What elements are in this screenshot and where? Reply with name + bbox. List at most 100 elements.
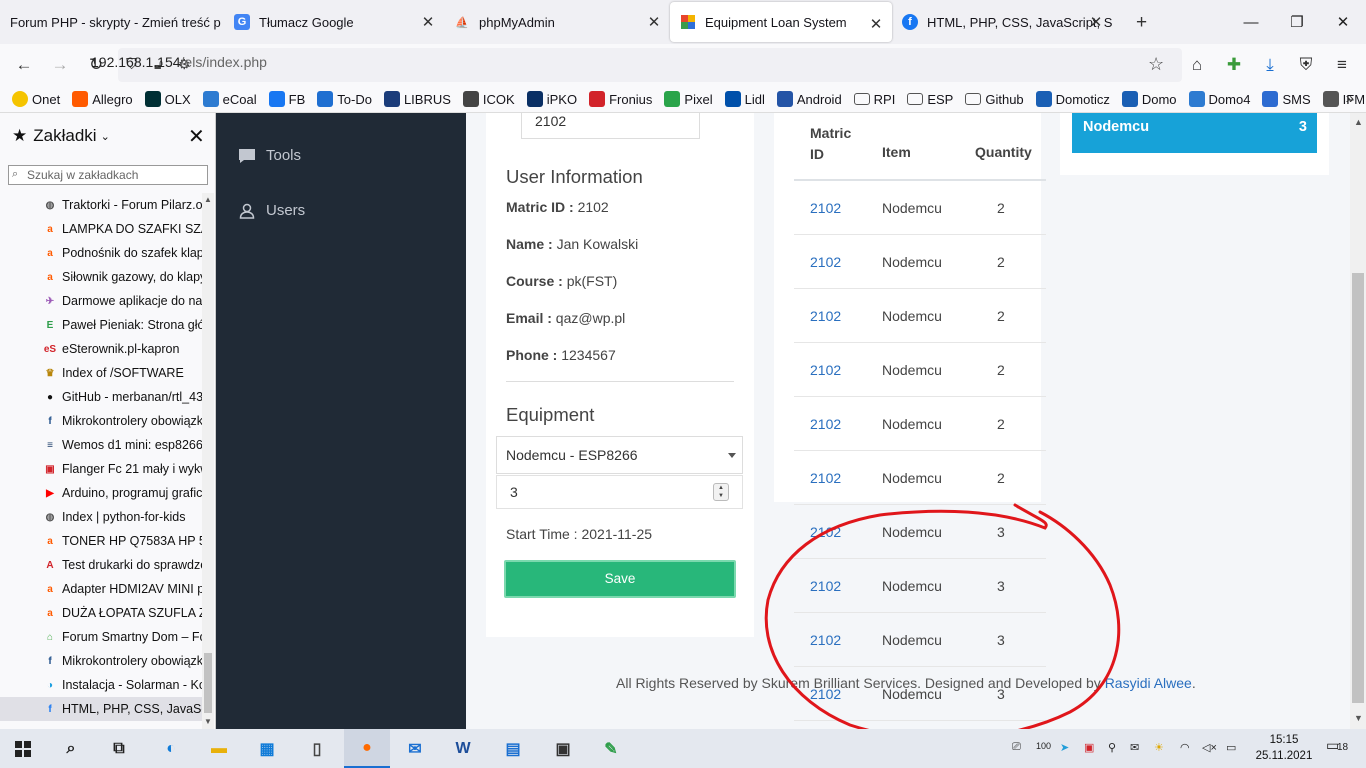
sidebar-bookmark-item[interactable]: ▶ Arduino, programuj grafic — [0, 481, 202, 505]
row-matric-link[interactable]: 2102 — [810, 362, 841, 378]
sidebar-bookmark-item[interactable]: ◍ Index | python-for-kids — [0, 505, 202, 529]
bookmark-domo4[interactable]: Domo4 — [1188, 91, 1250, 107]
sidebar-bookmark-item[interactable]: E Paweł Pieniak: Strona głów — [0, 313, 202, 337]
row-matric-link[interactable]: 2102 — [810, 578, 841, 594]
minimize-icon[interactable]: — — [1228, 0, 1274, 44]
scroll-thumb[interactable] — [1352, 273, 1364, 703]
close-tab-icon[interactable]: ✕ — [646, 13, 662, 31]
sidebar-bookmark-item[interactable]: a LAMPKA DO SZAFKI SZAF — [0, 217, 202, 241]
mail-icon[interactable]: ✉ — [1130, 741, 1139, 754]
close-sidebar-icon[interactable]: ✕ — [188, 124, 205, 149]
sidebar-bookmark-item[interactable]: eS eSterownik.pl-kapron — [0, 337, 202, 361]
sidebar-bookmark-item[interactable]: f Mikrokontrolery obowiązk — [0, 649, 202, 673]
home-icon[interactable]: ⌂ — [1185, 53, 1209, 77]
close-tab-icon[interactable]: ✕ — [868, 15, 884, 33]
wifi-icon[interactable]: ◠ — [1180, 741, 1190, 754]
address-bar[interactable]: ⛉ 🔓︎ ⚙ ☆ — [118, 48, 1182, 82]
calculator-icon[interactable]: ▤ — [490, 729, 536, 768]
puzzle-extension-icon[interactable]: ✚ — [1222, 53, 1246, 77]
word-icon[interactable]: W — [440, 729, 486, 768]
row-matric-link[interactable]: 2102 — [810, 200, 841, 216]
close-tab-icon[interactable]: ✕ — [1088, 13, 1104, 31]
sidebar-bookmark-item[interactable]: ◍ Traktorki - Forum Pilarz.or — [0, 193, 202, 217]
bookmark-icok[interactable]: ICOK — [462, 91, 515, 107]
bookmark-ecoal[interactable]: eCoal — [202, 91, 257, 107]
page-scrollbar[interactable]: ▲ ▼ — [1350, 113, 1366, 729]
bookmark-sms[interactable]: SMS — [1262, 91, 1311, 107]
network-app-icon[interactable]: ▣ — [540, 729, 586, 768]
bookmark-android[interactable]: Android — [776, 91, 842, 107]
bookmark-esp[interactable]: ESP — [907, 92, 953, 107]
close-tab-icon[interactable]: ✕ — [420, 13, 436, 31]
nav-users[interactable]: Users — [238, 202, 305, 219]
usb-icon[interactable]: ⚲ — [1108, 741, 1116, 754]
download-icon[interactable]: ⤓ — [1258, 53, 1282, 77]
scroll-up-icon[interactable]: ▲ — [204, 195, 212, 204]
bookmark-rpi[interactable]: RPI — [853, 92, 895, 107]
sidebar-bookmark-item[interactable]: ♛ Index of /SOFTWARE — [0, 361, 202, 385]
footer-author-link[interactable]: Rasyidi Alwee — [1105, 675, 1192, 691]
row-matric-link[interactable]: 2102 — [810, 308, 841, 324]
windows-start-icon[interactable] — [0, 729, 46, 768]
sidebar-bookmark-item[interactable]: ≡ Wemos d1 mini: esp8266 t — [0, 433, 202, 457]
browser-tab-translate[interactable]: G Tłumacz Google ✕ — [224, 0, 444, 44]
sidebar-bookmark-item[interactable]: ▣ Flanger Fc 21 mały i wykw — [0, 457, 202, 481]
store-icon[interactable]: ▦ — [244, 729, 290, 768]
bookmark-onet[interactable]: Onet — [12, 91, 60, 107]
sidebar-bookmark-item[interactable]: ◑ Instalacja - Solarman - Koz — [0, 673, 202, 697]
tray-red-icon[interactable]: ▣ — [1084, 741, 1094, 754]
sidebar-bookmark-item[interactable]: f HTML, PHP, CSS, JavaScrip — [0, 697, 202, 721]
browser-tab-phpmyadmin[interactable]: ⛵ phpMyAdmin ✕ — [444, 0, 670, 44]
bookmark-fb[interactable]: FB — [268, 91, 305, 107]
bookmark-pixel[interactable]: Pixel — [664, 91, 713, 107]
bookmark-olx[interactable]: OLX — [144, 91, 191, 107]
row-matric-link[interactable]: 2102 — [810, 416, 841, 432]
sidebar-bookmark-item[interactable]: f Mikrokontrolery obowiązk — [0, 409, 202, 433]
sidebar-bookmark-item[interactable]: A Test drukarki do sprawdze — [0, 553, 202, 577]
bookmark-search-input[interactable]: ⌕ Szukaj w zakładkach — [8, 165, 208, 185]
matric-search-input[interactable]: 2102 — [521, 113, 700, 139]
sidebar-header[interactable]: ★ Zakładki ⌄ — [12, 126, 110, 146]
sidebar-bookmark-item[interactable]: a Adapter HDMI2AV MINI pr — [0, 577, 202, 601]
bookmark-domo[interactable]: Domo — [1121, 91, 1177, 107]
sidebar-bookmark-item[interactable]: a TONER HP Q7583A HP 503 — [0, 529, 202, 553]
bookmark-ipko[interactable]: iPKO — [526, 91, 577, 107]
bookmark-domoticz[interactable]: Domoticz — [1035, 91, 1110, 107]
row-matric-link[interactable]: 2102 — [810, 524, 841, 540]
task-view-icon[interactable]: ⧉ — [96, 729, 142, 768]
browser-tab-equipment-loan[interactable]: Equipment Loan System ✕ — [670, 2, 892, 42]
bookmark-to-do[interactable]: To-Do — [317, 91, 372, 107]
bookmark-github[interactable]: Github — [965, 92, 1024, 107]
scroll-up-icon[interactable]: ▲ — [1354, 117, 1363, 127]
more-bookmarks-icon[interactable]: » — [1346, 90, 1354, 107]
bookmark-fronius[interactable]: Fronius — [589, 91, 652, 107]
sidebar-bookmark-item[interactable]: a Siłownik gazowy, do klapy — [0, 265, 202, 289]
row-matric-link[interactable]: 2102 — [810, 254, 841, 270]
sidebar-bookmark-item[interactable]: a DUŻA ŁOPATA SZUFLA ZG — [0, 601, 202, 625]
menu-icon[interactable]: ≡ — [1330, 53, 1354, 77]
nav-tools[interactable]: Tools — [238, 147, 301, 164]
bookmark-star-icon[interactable]: ☆ — [1148, 54, 1164, 75]
equipment-select[interactable]: Nodemcu - ESP8266 — [496, 436, 743, 474]
clock[interactable]: 15:15 25.11.2021 — [1252, 732, 1316, 764]
back-icon[interactable]: ← — [12, 53, 36, 77]
row-matric-link[interactable]: 2102 — [810, 632, 841, 648]
quantity-stepper[interactable]: ▲ ▼ — [713, 483, 729, 501]
thunderbird-icon[interactable]: ✉ — [392, 729, 438, 768]
sidebar-bookmark-item[interactable]: ⌂ Forum Smartny Dom – Fo — [0, 625, 202, 649]
forward-icon[interactable]: → — [48, 53, 72, 77]
firefox-icon[interactable]: ● — [344, 729, 390, 768]
new-tab-icon[interactable]: + — [1136, 12, 1147, 34]
scroll-down-icon[interactable]: ▼ — [204, 717, 212, 726]
bookmark-lidl[interactable]: Lidl — [724, 91, 765, 107]
window-close-icon[interactable]: ✕ — [1320, 0, 1366, 44]
row-matric-link[interactable]: 2102 — [810, 470, 841, 486]
save-button[interactable]: Save — [504, 560, 736, 598]
keyboard-icon[interactable]: ▭ — [1226, 741, 1236, 754]
scroll-down-icon[interactable]: ▼ — [1354, 713, 1363, 723]
document-app-icon[interactable]: ▯ — [294, 729, 340, 768]
sidebar-bookmark-item[interactable]: ✈ Darmowe aplikacje do nau — [0, 289, 202, 313]
notepad-plus-icon[interactable]: ✎ — [588, 729, 634, 768]
weather-icon[interactable]: ☀ — [1154, 741, 1164, 754]
restore-icon[interactable]: ❐ — [1274, 0, 1320, 44]
